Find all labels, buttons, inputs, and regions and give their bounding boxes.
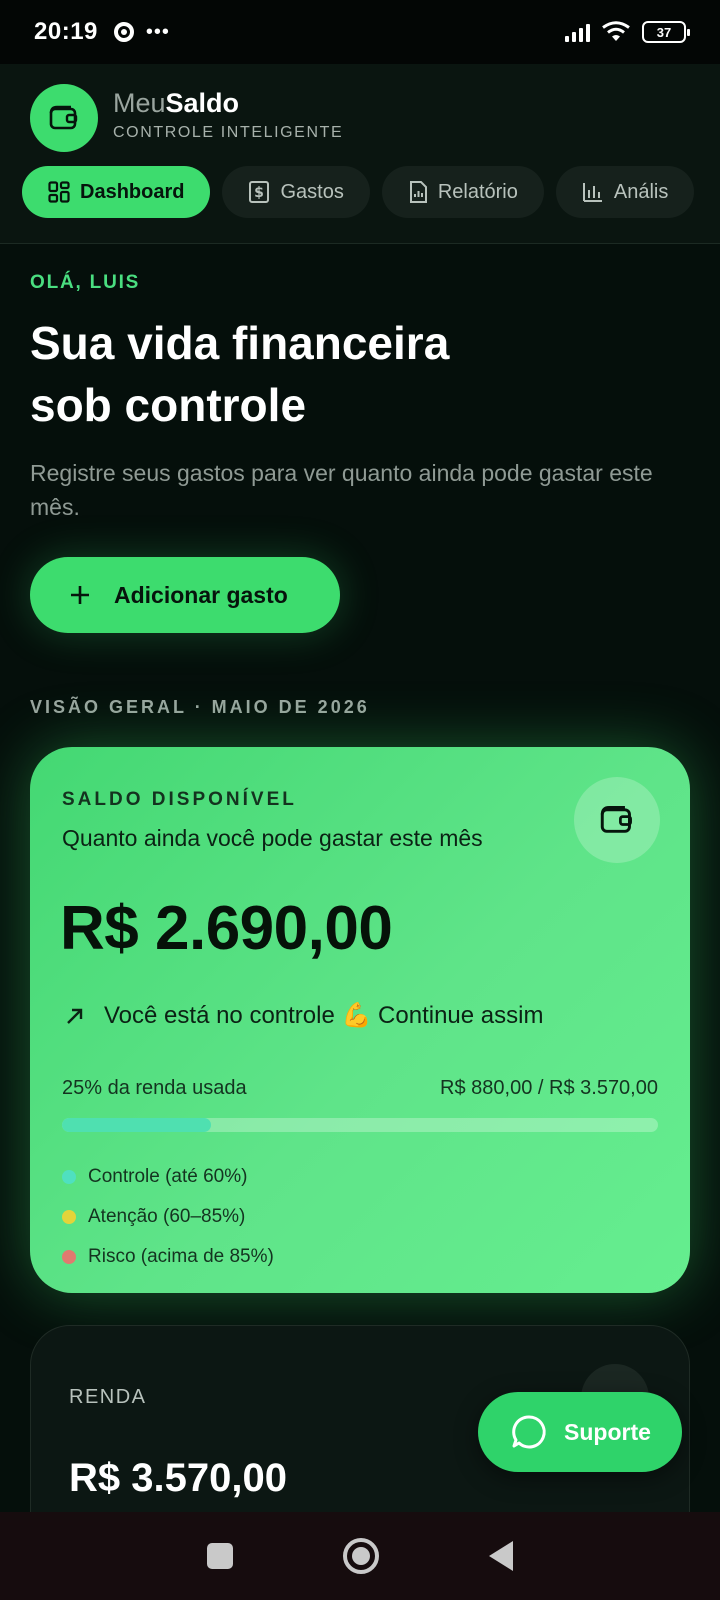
document-icon xyxy=(409,181,427,203)
legend-item: Controle (até 60%) xyxy=(62,1157,274,1197)
tab-analise[interactable]: Anális xyxy=(555,166,695,218)
app-header: MeuSaldo CONTROLE INTELIGENTE Dashboard … xyxy=(0,64,720,244)
balance-amount: R$ 2.690,00 xyxy=(60,894,393,963)
legend-item: Risco (acima de 85%) xyxy=(62,1237,274,1277)
wallet-icon xyxy=(600,806,632,833)
logo xyxy=(30,84,98,152)
brand-name: MeuSaldo xyxy=(113,88,240,118)
tab-label: Dashboard xyxy=(80,180,185,203)
balance-icon-circle xyxy=(574,777,660,863)
status-time: 20:19 xyxy=(34,18,98,45)
back-button[interactable] xyxy=(489,1541,513,1571)
recents-button[interactable] xyxy=(207,1543,233,1569)
headline-line-2: sob controle xyxy=(30,379,307,431)
arrow-up-right-icon xyxy=(67,1008,83,1024)
tab-label: Gastos xyxy=(280,180,344,203)
legend-label: Risco (acima de 85%) xyxy=(88,1246,274,1267)
income-amount: R$ 3.570,00 xyxy=(69,1456,287,1500)
add-expense-label: Adicionar gasto xyxy=(114,581,288,608)
usage-legend: Controle (até 60%) Atenção (60–85%) Risc… xyxy=(62,1157,274,1277)
svg-text:$: $ xyxy=(255,185,265,201)
headline-line-1: Sua vida financeira xyxy=(30,317,450,369)
plus-icon xyxy=(71,586,89,604)
balance-card: SALDO DISPONÍVEL Quanto ainda você pode … xyxy=(30,747,690,1293)
legend-label: Atenção (60–85%) xyxy=(88,1206,246,1227)
legend-item: Atenção (60–85%) xyxy=(62,1197,274,1237)
home-button[interactable] xyxy=(343,1538,379,1574)
legend-dot xyxy=(62,1170,76,1184)
wallet-icon xyxy=(49,105,78,130)
legend-dot xyxy=(62,1250,76,1264)
add-expense-button[interactable]: Adicionar gasto xyxy=(30,557,340,633)
usage-progress-fill xyxy=(62,1118,211,1132)
tab-bar: Dashboard $ Gastos Relatório Anális xyxy=(22,166,695,218)
balance-description: Quanto ainda você pode gastar este mês xyxy=(62,825,483,851)
status-right: 37 xyxy=(565,20,690,44)
bar-chart-icon xyxy=(582,183,602,202)
hero-subtext: Registre seus gastos para ver quanto ain… xyxy=(30,460,653,520)
greeting: OLÁ, LUIS xyxy=(30,272,141,293)
balance-status: Você está no controle 💪 Continue assim xyxy=(64,1001,543,1030)
tab-label: Anális xyxy=(613,180,669,203)
legend-dot xyxy=(62,1210,76,1224)
support-button[interactable]: Suporte xyxy=(478,1392,682,1472)
legend-label: Controle (até 60%) xyxy=(88,1166,248,1187)
balance-label: SALDO DISPONÍVEL xyxy=(62,789,297,810)
status-bar: 20:19 ••• 37 xyxy=(0,0,720,64)
tab-dashboard[interactable]: Dashboard xyxy=(22,166,211,218)
usage-progress-bar xyxy=(62,1118,658,1132)
page-title: Sua vida financeira sob controle xyxy=(30,312,590,436)
usage-values: R$ 880,00 / R$ 3.570,00 xyxy=(440,1077,658,1099)
chat-bubble-icon xyxy=(512,1415,546,1449)
balance-status-text: Você está no controle 💪 Continue assim xyxy=(104,1002,544,1029)
support-label: Suporte xyxy=(564,1418,651,1445)
tab-relatorio[interactable]: Relatório xyxy=(381,166,544,218)
usage-label: 25% da renda usada xyxy=(62,1077,247,1099)
overview-label: VISÃO GERAL · MAIO DE 2026 xyxy=(30,697,370,717)
income-label: RENDA xyxy=(69,1386,147,1408)
tab-gastos[interactable]: $ Gastos xyxy=(222,166,370,218)
grid-icon xyxy=(48,181,70,203)
signal-icon xyxy=(565,22,590,42)
dollar-receipt-icon: $ xyxy=(249,181,270,203)
tab-label: Relatório xyxy=(437,180,518,203)
wifi-icon xyxy=(602,21,630,41)
battery-icon: 37 xyxy=(642,21,690,43)
status-overflow: ••• xyxy=(145,20,170,43)
system-nav-bar xyxy=(0,1512,720,1600)
brand-subtitle: CONTROLE INTELIGENTE xyxy=(113,124,344,141)
chrome-icon xyxy=(113,22,134,42)
